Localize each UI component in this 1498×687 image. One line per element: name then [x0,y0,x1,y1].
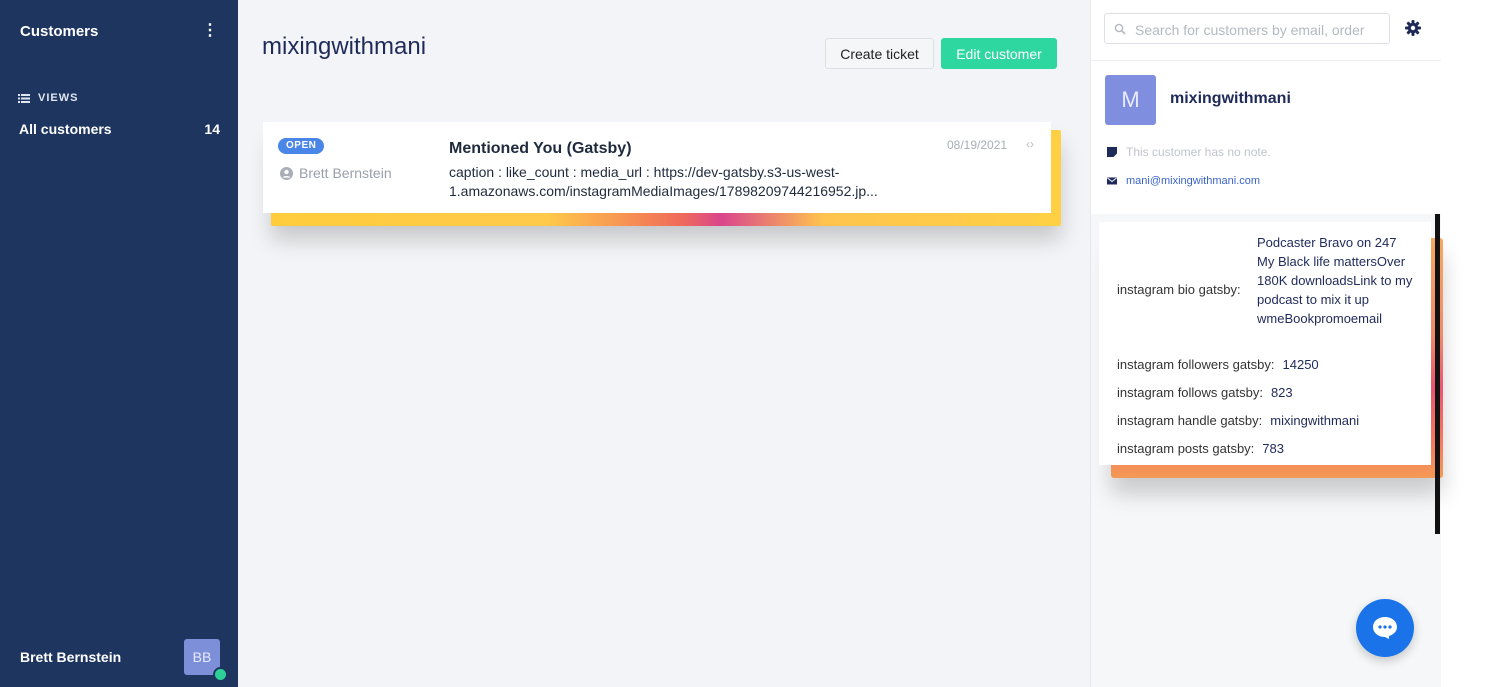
ig-followers-value: 14250 [1282,357,1319,372]
mail-icon [1107,177,1117,185]
online-status-icon [213,667,228,682]
create-ticket-button[interactable]: Create ticket [825,38,934,69]
divider [1091,60,1441,61]
ticket-author: Brett Bernstein [280,165,392,181]
search-icon [1114,23,1126,35]
note-icon [1107,147,1117,157]
customer-panel: M mixingwithmani This customer has no no… [1090,0,1444,687]
scrollbar[interactable] [1435,214,1440,534]
kebab-icon[interactable]: ⋮ [200,20,220,42]
customer-note[interactable]: This customer has no note. [1107,145,1271,159]
status-badge: OPEN [278,138,325,154]
customer-avatar: M [1105,75,1156,125]
sidebar-title: Customers [20,23,99,40]
sidebar: Customers ⋮ VIEWS All customers 14 Brett… [0,0,238,687]
customer-name: mixingwithmani [1170,90,1291,107]
instagram-widget-wrapper: instagram bio gatsby: Podcaster Bravo on… [1099,222,1444,478]
ticket-card-wrapper: OPEN Brett Bernstein Mentioned You (Gats… [263,122,1061,226]
ig-followers-row: instagram followers gatsby: 14250 [1117,357,1319,372]
sidebar-item-count: 14 [204,121,220,137]
customer-summary: M mixingwithmani This customer has no no… [1091,0,1441,214]
ticket-date: 08/19/2021 [947,138,1008,152]
sidebar-item-all-customers[interactable]: All customers 14 [19,121,220,139]
search-box [1104,13,1390,44]
chat-launcher-button[interactable] [1356,599,1414,657]
gear-icon[interactable] [1404,19,1422,37]
ig-posts-value: 783 [1262,441,1284,456]
ticket-subject: Mentioned You (Gatsby) [449,140,632,157]
ig-handle-row: instagram handle gatsby: mixingwithmani [1117,413,1359,428]
ig-follows-label: instagram follows gatsby: [1117,385,1263,400]
search-input[interactable] [1133,19,1389,41]
customer-email-text: mani@mixingwithmani.com [1126,175,1261,187]
instagram-widget: instagram bio gatsby: Podcaster Bravo on… [1099,222,1431,465]
list-icon [18,93,30,103]
page-title: mixingwithmani [262,33,427,60]
views-label: VIEWS [38,92,79,104]
edit-customer-button[interactable]: Edit customer [941,38,1057,69]
ig-bio-value: Podcaster Bravo on 247 My Black life mat… [1257,235,1413,326]
chat-icon [1373,617,1397,639]
person-icon [280,166,293,180]
code-icon: ‹› [1026,137,1034,151]
ticket-preview: caption : like_count : media_url : https… [449,164,878,199]
sidebar-item-label: All customers [19,121,112,137]
customer-note-text: This customer has no note. [1126,145,1271,159]
current-user-name: Brett Bernstein [20,649,122,665]
main-panel: mixingwithmani Create ticket Edit custom… [238,0,1090,687]
customer-email[interactable]: mani@mixingwithmani.com [1107,175,1260,187]
ig-followers-label: instagram followers gatsby: [1117,357,1275,372]
ig-follows-value: 823 [1270,385,1293,400]
ig-handle-label: instagram handle gatsby: [1117,413,1263,428]
ig-follows-row: instagram follows gatsby: 823 [1117,385,1293,400]
ig-handle-value: mixingwithmani [1270,413,1360,428]
ig-posts-label: instagram posts gatsby: [1117,441,1255,456]
ticket-card[interactable]: OPEN Brett Bernstein Mentioned You (Gats… [263,122,1051,213]
ticket-author-name: Brett Bernstein [299,165,392,181]
ig-bio-row: instagram bio gatsby: [1117,282,1241,297]
ig-posts-row: instagram posts gatsby: 783 [1117,441,1284,456]
views-header: VIEWS [18,92,78,104]
ig-bio-label: instagram bio gatsby: [1117,282,1241,297]
